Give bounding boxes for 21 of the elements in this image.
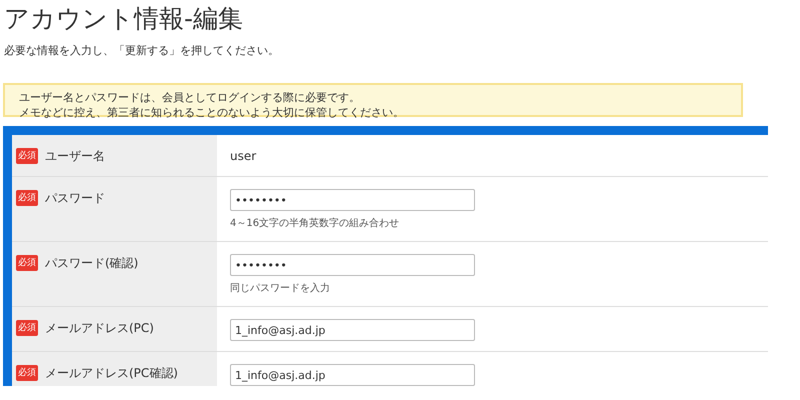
required-badge: 必須 bbox=[16, 255, 38, 271]
hint-text: 同じパスワードを入力 bbox=[230, 282, 331, 296]
page-title: アカウント情報-編集 bbox=[3, 3, 244, 35]
hint-text: 4～16文字の半角英数字の組み合わせ bbox=[230, 217, 400, 231]
field-value: user bbox=[230, 148, 256, 164]
input-field[interactable]: •••••••• bbox=[230, 189, 475, 211]
input-field[interactable]: •••••••• bbox=[230, 254, 475, 276]
input-field[interactable]: 1_info@asj.ad.jp bbox=[230, 364, 475, 386]
field-label: パスワード bbox=[45, 190, 105, 206]
input-field[interactable]: 1_info@asj.ad.jp bbox=[230, 319, 475, 341]
notice-text: ユーザー名とパスワードは、会員としてログインする際に必要です。 bbox=[19, 90, 361, 105]
required-badge: 必須 bbox=[16, 148, 38, 164]
field-label: パスワード(確認) bbox=[45, 255, 138, 271]
required-badge: 必須 bbox=[16, 365, 38, 381]
field-label: ユーザー名 bbox=[45, 148, 105, 164]
field-label: メールアドレス(PC) bbox=[45, 320, 154, 336]
notice-text: メモなどに控え、第三者に知られることのないよう大切に保管してください。 bbox=[19, 105, 405, 120]
instruction-text: 必要な情報を入力し、「更新する」を押してください。 bbox=[4, 43, 280, 59]
field-label: メールアドレス(PC確認) bbox=[45, 365, 178, 381]
required-badge: 必須 bbox=[16, 320, 38, 336]
required-badge: 必須 bbox=[16, 190, 38, 206]
